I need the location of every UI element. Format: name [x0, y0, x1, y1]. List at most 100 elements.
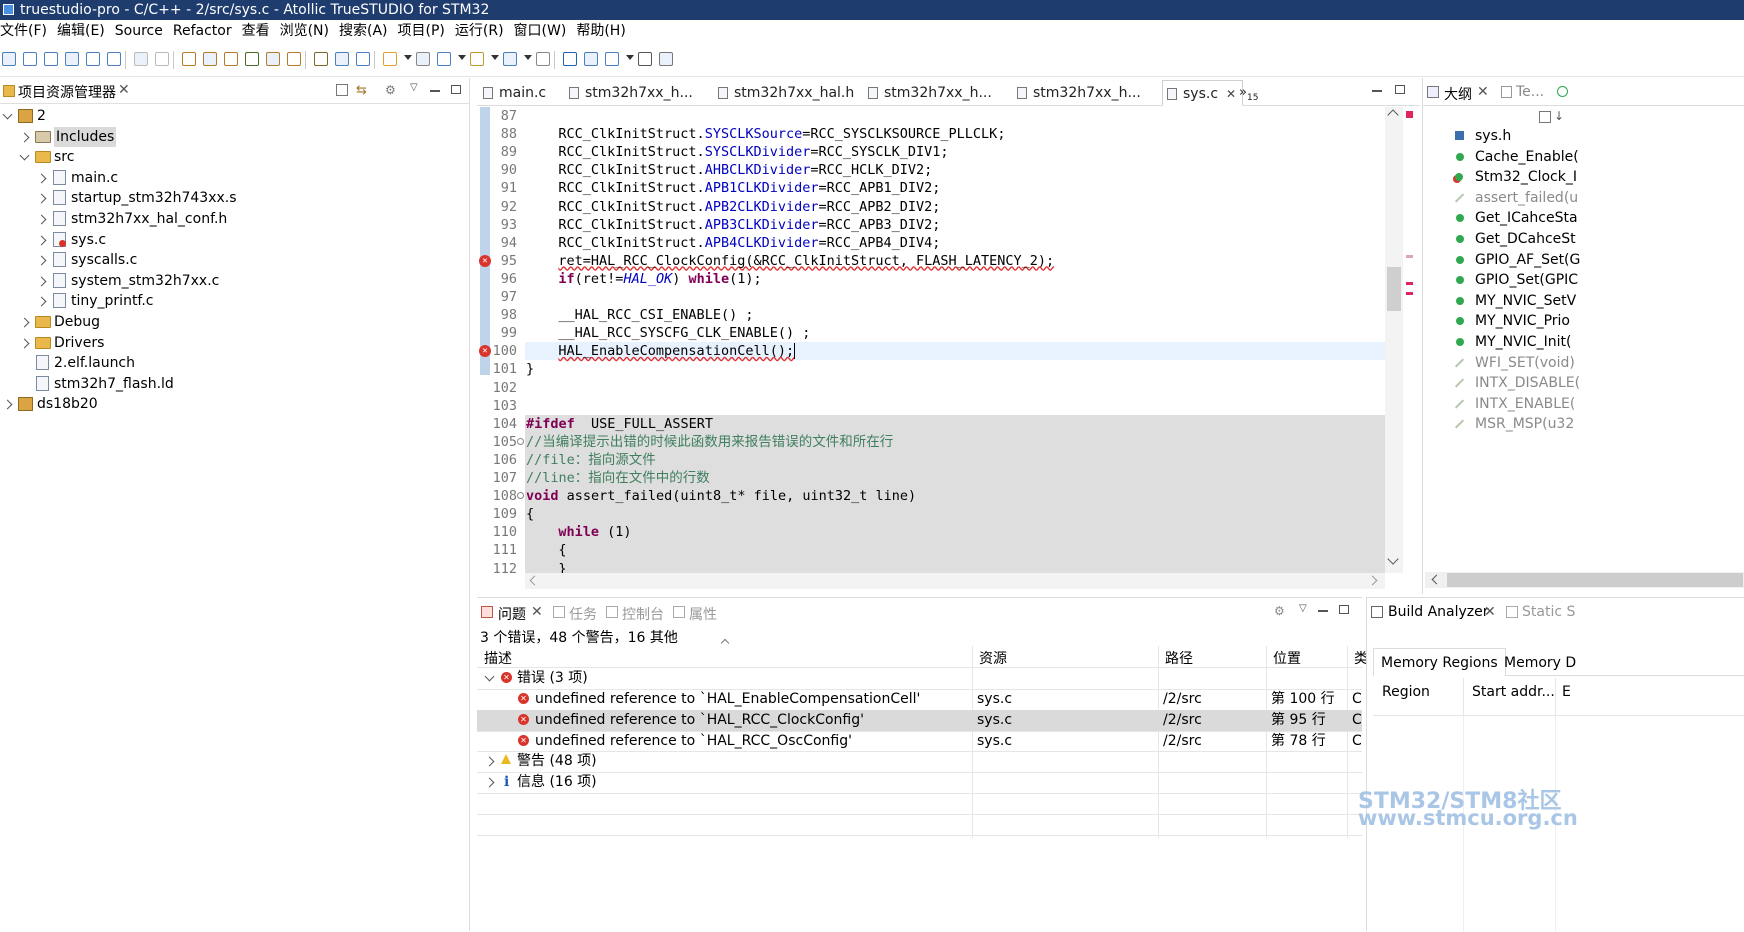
code-line[interactable]: //file：指向源文件 — [526, 451, 656, 469]
outline-tab[interactable]: 大纲 — [1444, 84, 1472, 104]
column-region[interactable]: Region — [1382, 684, 1430, 700]
tab-overflow-button[interactable]: »15 — [1239, 80, 1258, 106]
outline-horizontal-scrollbar[interactable] — [1425, 572, 1744, 588]
outline-item[interactable]: GPIO_AF_Set(G — [1423, 250, 1744, 270]
tab-tasks[interactable]: 任务 — [569, 604, 597, 624]
editor-horizontal-scrollbar[interactable] — [525, 573, 1385, 589]
outline-item[interactable]: Get_ICahceSta — [1423, 208, 1744, 228]
code-line[interactable]: } — [526, 360, 534, 378]
code-line[interactable]: RCC_ClkInitStruct.SYSCLKDivider=RCC_SYSC… — [526, 143, 948, 161]
debug-icon[interactable] — [314, 52, 328, 66]
menu-item[interactable]: 搜索(A) — [339, 20, 392, 43]
code-line[interactable]: RCC_ClkInitStruct.SYSCLKSource=RCC_SYSCL… — [526, 125, 1005, 143]
close-icon[interactable]: ✕ — [1484, 604, 1496, 620]
code-line[interactable]: //当编译提示出错的时候此函数用来报告错误的文件和所在行 — [526, 433, 893, 451]
code-line[interactable]: ret=HAL_RCC_ClockConfig(&RCC_ClkInitStru… — [526, 252, 1054, 270]
build-all-icon[interactable] — [203, 52, 217, 66]
code-line[interactable]: RCC_ClkInitStruct.APB2CLKDivider=RCC_APB… — [526, 198, 940, 216]
editor-tab-4[interactable]: stm32h7xx_h... — [1017, 80, 1141, 106]
outline-item[interactable]: WFI_SET(void) — [1423, 353, 1744, 373]
save-all-icon[interactable] — [155, 52, 169, 66]
code-line[interactable]: RCC_ClkInitStruct.APB1CLKDivider=RCC_APB… — [526, 179, 940, 197]
error-marker-icon[interactable]: ✕ — [479, 254, 491, 267]
code-line[interactable]: //line：指向在文件中的行数 — [526, 469, 710, 487]
tree-item-system-stm32h7xx-c[interactable]: system_stm32h7xx.c — [0, 271, 470, 291]
outline-item[interactable]: Stm32_Clock_I — [1423, 167, 1744, 187]
code-line[interactable]: RCC_ClkInitStruct.APB3CLKDivider=RCC_APB… — [526, 216, 940, 234]
tab-memory-regions[interactable]: Memory Regions — [1373, 648, 1506, 676]
menu-item[interactable]: 浏览(N) — [280, 20, 333, 43]
editor-tab-2[interactable]: stm32h7xx_hal.h — [718, 80, 854, 106]
back-icon[interactable] — [470, 52, 484, 66]
bug-icon[interactable] — [335, 52, 349, 66]
code-line[interactable]: #ifdef USE_FULL_ASSERT — [526, 415, 713, 433]
code-line[interactable]: RCC_ClkInitStruct.AHBCLKDivider=RCC_HCLK… — [526, 161, 932, 179]
save-icon[interactable] — [134, 52, 148, 66]
chevron-right-icon[interactable] — [19, 338, 30, 349]
fold-toggle-icon[interactable] — [517, 492, 524, 500]
close-icon[interactable]: ✕ — [1477, 84, 1489, 100]
chevron-right-icon[interactable] — [36, 255, 47, 266]
export-icon[interactable] — [659, 52, 673, 66]
outline-item[interactable]: MY_NVIC_Init( — [1423, 332, 1744, 352]
editor-maximize-icon[interactable] — [1395, 85, 1405, 94]
new-folder-icon[interactable] — [86, 52, 100, 66]
outline-item[interactable]: MY_NVIC_Prio — [1423, 311, 1744, 331]
build-config-icon[interactable] — [266, 52, 280, 66]
tab-console[interactable]: 控制台 — [622, 604, 664, 624]
column-header-3[interactable]: 位置 — [1273, 648, 1301, 668]
layout-icon[interactable] — [605, 52, 619, 66]
problems-group-warnings[interactable]: 警告 (48 项) — [477, 751, 972, 771]
search-icon[interactable] — [416, 52, 430, 66]
build-icon[interactable] — [182, 52, 196, 66]
outline-item[interactable]: INTX_DISABLE( — [1423, 373, 1744, 393]
scroll-left-icon[interactable] — [1431, 574, 1442, 585]
menu-item[interactable]: 运行(R) — [455, 20, 508, 43]
menu-item[interactable]: Source — [115, 20, 167, 43]
collapse-icon[interactable] — [1539, 111, 1551, 123]
tree-item-stm32h7xx-hal-conf-h[interactable]: stm32h7xx_hal_conf.h — [0, 209, 470, 229]
menu-item[interactable]: 窗口(W) — [514, 20, 571, 43]
tree-item-main-c[interactable]: main.c — [0, 168, 470, 188]
scroll-left-icon[interactable] — [529, 575, 540, 586]
chevron-down-icon[interactable] — [2, 109, 13, 120]
code-line[interactable]: __HAL_RCC_CSI_ENABLE() ; — [526, 306, 753, 324]
new-header-icon[interactable] — [23, 52, 37, 66]
outline-item[interactable]: Get_DCahceSt — [1423, 229, 1744, 249]
rebuild-icon[interactable] — [224, 52, 238, 66]
editor-tab-3[interactable]: stm32h7xx_h... — [868, 80, 992, 106]
tree-item-stm32h7-flash-ld[interactable]: stm32h7_flash.ld — [0, 374, 470, 394]
editor-minimize-icon[interactable] — [1372, 90, 1382, 92]
outline-item[interactable]: INTX_ENABLE( — [1423, 394, 1744, 414]
problem-row[interactable]: ✕ undefined reference to `HAL_RCC_ClockCo… — [477, 710, 1362, 730]
editor-tab-5[interactable]: sys.c ✕ — [1162, 80, 1244, 106]
column-header-0[interactable]: 描述 — [484, 648, 512, 668]
problem-row[interactable]: ✕ undefined reference to `HAL_EnableCompe… — [477, 689, 1362, 709]
task-list-tab[interactable]: Te... — [1516, 84, 1544, 100]
problem-row[interactable]: ✕ undefined reference to `HAL_RCC_OscConf… — [477, 731, 1362, 751]
chevron-right-icon[interactable] — [36, 296, 47, 307]
dropdown-arrow-icon[interactable] — [404, 55, 412, 60]
code-line[interactable]: if(ret!=HAL_OK) while(1); — [526, 270, 761, 288]
code-line[interactable]: __HAL_RCC_SYSCFG_CLK_ENABLE() ; — [526, 324, 810, 342]
editor-tab-0[interactable]: main.c — [483, 80, 546, 106]
view-menu-icon[interactable]: ▽ — [1299, 603, 1307, 614]
tree-item-2[interactable]: 2 — [0, 106, 470, 126]
chevron-right-icon[interactable] — [19, 317, 30, 328]
outline-item[interactable]: assert_failed(u — [1423, 188, 1744, 208]
sort-icon[interactable]: ↓ — [1554, 109, 1564, 123]
close-icon[interactable]: ✕ — [118, 82, 130, 98]
close-icon[interactable]: ✕ — [531, 604, 543, 620]
problems-group-errors[interactable]: ✕ 错误 (3 项) — [477, 668, 972, 688]
outline-item[interactable]: Cache_Enable( — [1423, 147, 1744, 167]
code-line[interactable]: HAL_EnableCompensationCell(); — [526, 342, 794, 360]
view-menu-icon[interactable]: ▽ — [410, 82, 418, 93]
menu-item[interactable]: 项目(P) — [398, 20, 449, 43]
menu-item[interactable]: 文件(F) — [0, 20, 51, 43]
column-start-address[interactable]: Start addr... — [1472, 684, 1555, 700]
outline-item[interactable]: MSR_MSP(u32 — [1423, 414, 1744, 434]
tree-item-startup-stm32h743xx-s[interactable]: startup_stm32h743xx.s — [0, 188, 470, 208]
tree-item-drivers[interactable]: Drivers — [0, 333, 470, 353]
perspective-icon[interactable] — [638, 52, 652, 66]
column-header-2[interactable]: 路径 — [1165, 648, 1193, 668]
